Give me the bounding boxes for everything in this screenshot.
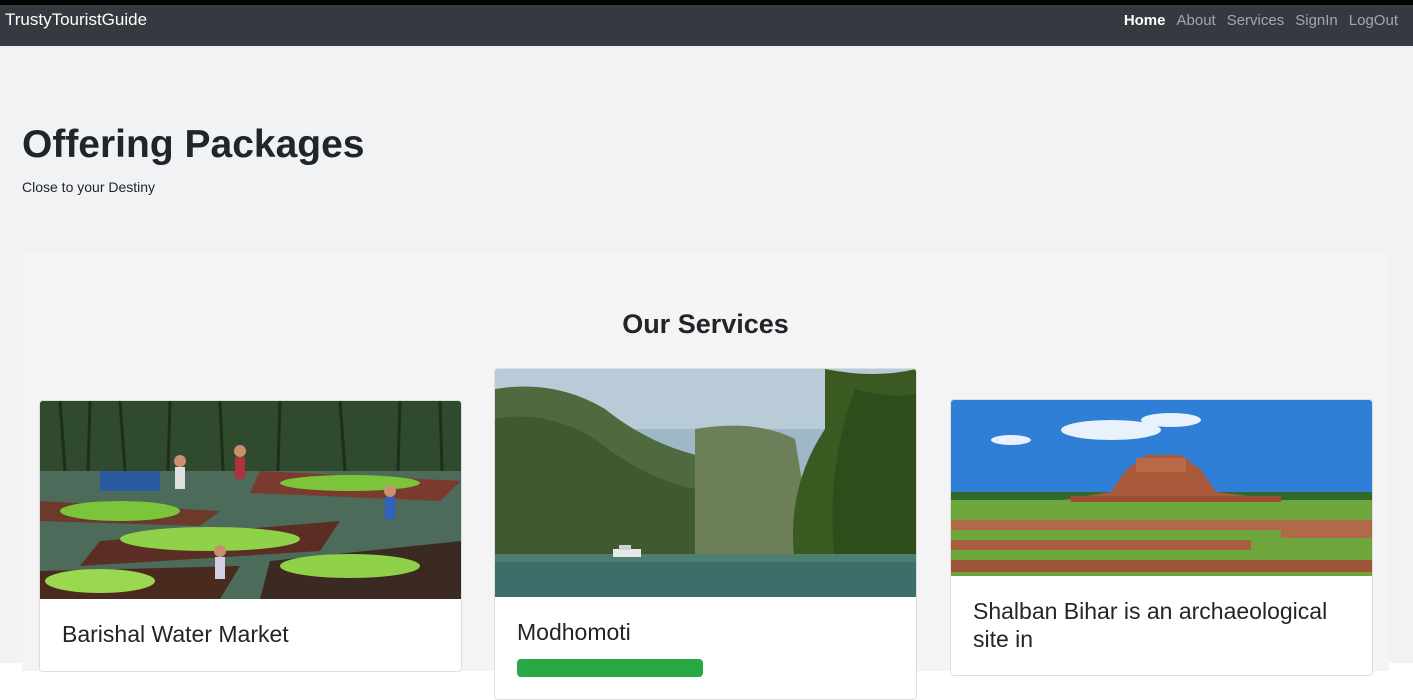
card-title: Modhomoti — [517, 619, 631, 645]
card-body: Barishal Water Market — [40, 599, 461, 671]
river-valley-image — [495, 369, 916, 597]
card-body: Modhomoti — [495, 597, 916, 699]
card-action-button[interactable] — [517, 658, 703, 677]
card-title: Shalban Bihar is an archaeological site … — [973, 598, 1328, 652]
hero-jumbotron: Offering Packages Close to your Destiny … — [0, 46, 1413, 700]
service-card-modhomoti[interactable]: Modhomoti — [494, 368, 917, 700]
brand-link[interactable]: TrustyTouristGuide — [5, 10, 147, 30]
nav-logout[interactable]: LogOut — [1349, 12, 1398, 29]
card-title: Barishal Water Market — [62, 621, 289, 647]
service-card-barishal[interactable]: Barishal Water Market — [39, 400, 462, 672]
nav-about[interactable]: About — [1177, 12, 1216, 29]
ruins-image — [951, 400, 1372, 576]
nav-signin[interactable]: SignIn — [1295, 12, 1338, 29]
services-title: Our Services — [622, 309, 789, 339]
navbar: TrustyTouristGuide Home About Services S… — [0, 5, 1413, 46]
nav-services[interactable]: Services — [1227, 12, 1285, 29]
hero-title: Offering Packages — [22, 123, 365, 166]
hero-subtitle: Close to your Destiny — [22, 179, 156, 195]
services-section: Our Services Barishal Water Market Modho… — [22, 251, 1389, 700]
floating-market-image — [40, 401, 461, 599]
service-card-shalban-bihar[interactable]: Shalban Bihar is an archaeological site … — [950, 399, 1373, 677]
nav-home[interactable]: Home — [1124, 12, 1166, 29]
nav-links: Home About Services SignIn LogOut — [1124, 12, 1398, 29]
card-body: Shalban Bihar is an archaeological site … — [951, 576, 1372, 675]
